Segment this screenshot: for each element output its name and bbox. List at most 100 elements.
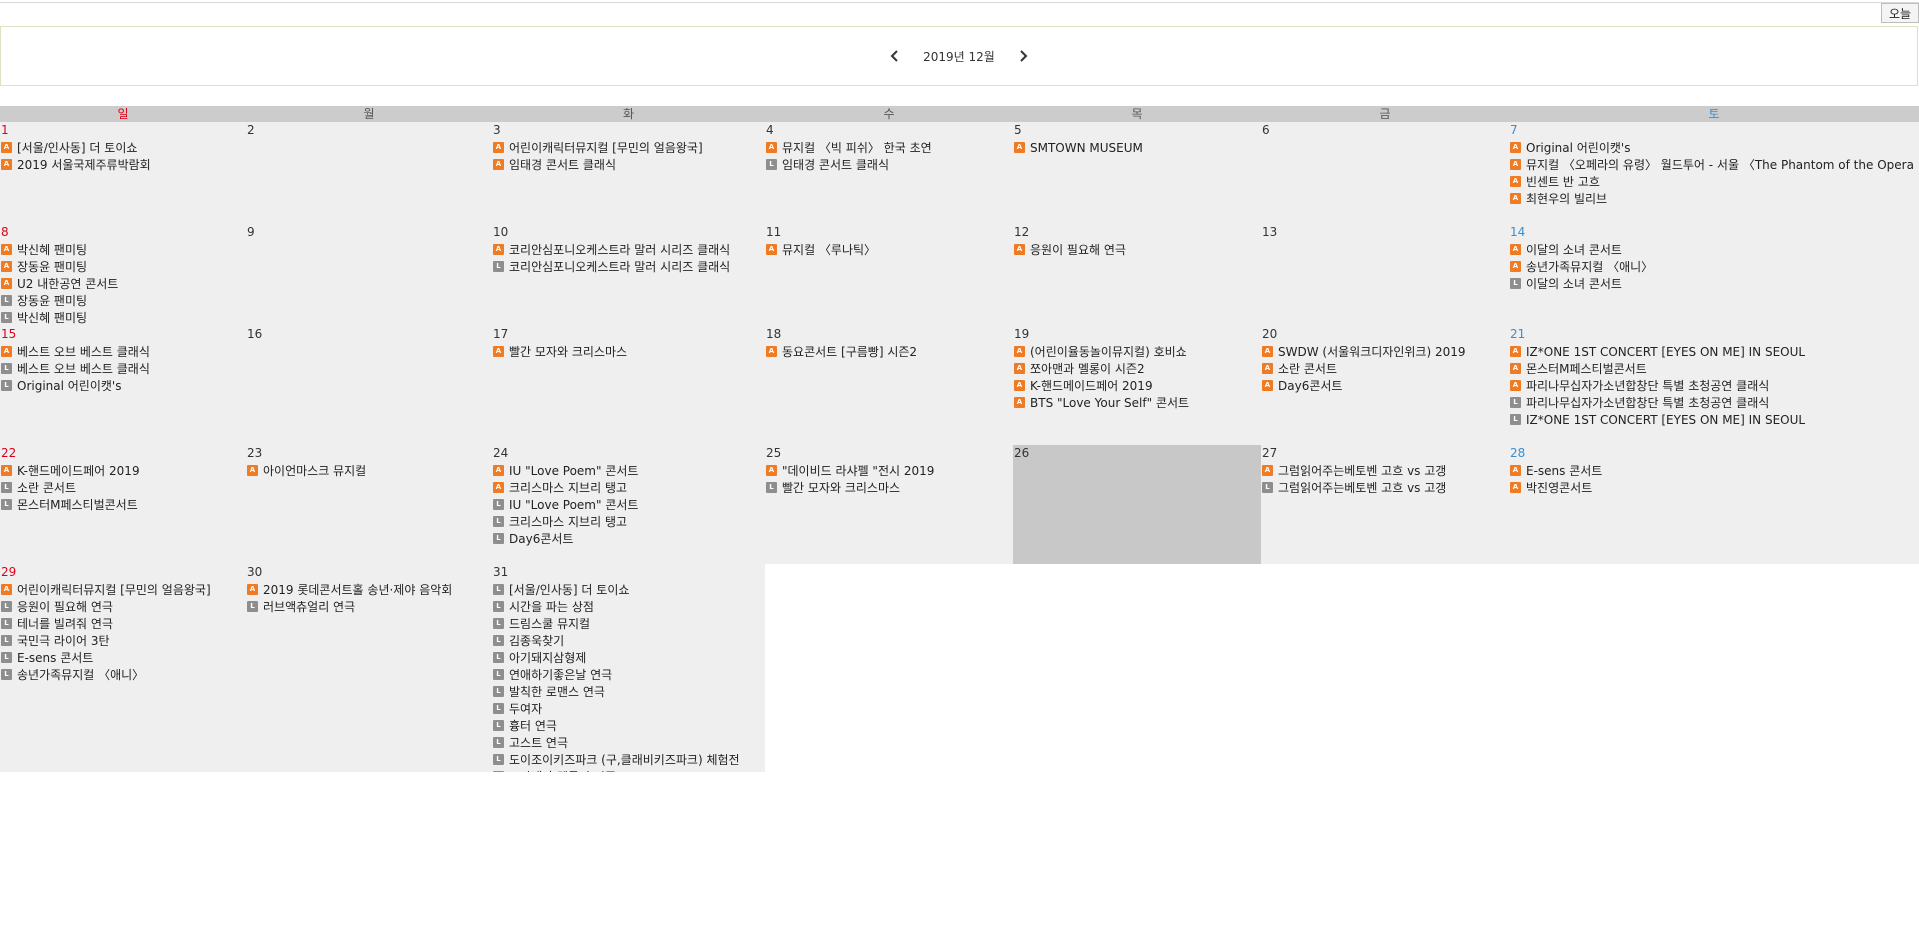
event-item[interactable]: L 두여자 bbox=[493, 700, 765, 717]
day-number[interactable]: 30 bbox=[247, 565, 492, 581]
event-item[interactable]: A 이달의 소녀 콘서트 bbox=[1510, 241, 1919, 258]
event-item[interactable]: L 박신혜 팬미팅 bbox=[1, 309, 246, 326]
day-number[interactable]: 11 bbox=[766, 225, 1013, 241]
event-item[interactable]: L 임태경 콘서트 클래식 bbox=[766, 156, 1013, 173]
event-item[interactable]: A 박진영콘서트 bbox=[1510, 479, 1919, 496]
event-item[interactable]: L IU "Love Poem" 콘서트 bbox=[493, 496, 765, 513]
event-item[interactable]: L 파리나무십자가소년합창단 특별 초청공연 클래식 bbox=[1510, 394, 1919, 411]
day-number[interactable]: 19 bbox=[1014, 327, 1261, 343]
event-item[interactable]: A IU "Love Poem" 콘서트 bbox=[493, 462, 765, 479]
event-item[interactable]: A 쪼아맨과 멜롱이 시즌2 bbox=[1014, 360, 1261, 377]
day-number[interactable]: 8 bbox=[1, 225, 246, 241]
event-item[interactable]: A Original 어린이캣's bbox=[1510, 139, 1919, 156]
event-item[interactable]: A 최현우의 빌리브 bbox=[1510, 190, 1919, 207]
event-item[interactable]: L 크리스마스 지브리 탱고 bbox=[493, 513, 765, 530]
event-item[interactable]: A 빨간 모자와 크리스마스 bbox=[493, 343, 765, 360]
chevron-right-icon[interactable] bbox=[1013, 46, 1033, 66]
event-item[interactable]: A 임태경 콘서트 클래식 bbox=[493, 156, 765, 173]
day-number[interactable]: 14 bbox=[1510, 225, 1919, 241]
day-number[interactable]: 28 bbox=[1510, 446, 1919, 462]
event-item[interactable]: A 빈센트 반 고흐 bbox=[1510, 173, 1919, 190]
event-item[interactable]: A 송년가족뮤지컬 〈애니〉 bbox=[1510, 258, 1919, 275]
day-number[interactable]: 7 bbox=[1510, 123, 1919, 139]
event-item[interactable]: A 2019 서울국제주류박람회 bbox=[1, 156, 246, 173]
event-item[interactable]: L 빨간 모자와 크리스마스 bbox=[766, 479, 1013, 496]
event-item[interactable]: L 아기돼지삼형제 bbox=[493, 649, 765, 666]
event-item[interactable]: A K-핸드메이드페어 2019 bbox=[1014, 377, 1261, 394]
day-number[interactable]: 2 bbox=[247, 123, 492, 139]
day-number[interactable]: 27 bbox=[1262, 446, 1509, 462]
chevron-left-icon[interactable] bbox=[885, 46, 905, 66]
event-item[interactable]: L 고스트 연극 bbox=[493, 734, 765, 751]
event-item[interactable]: L 이달의 소녀 콘서트 bbox=[1510, 275, 1919, 292]
event-item[interactable]: A (어린이율동놀이뮤지컬) 호비쇼 bbox=[1014, 343, 1261, 360]
event-item[interactable]: L 송년가족뮤지컬 〈애니〉 bbox=[1, 666, 246, 683]
event-item[interactable]: A 코리안심포니오케스트라 말러 시리즈 클래식 bbox=[493, 241, 765, 258]
day-number[interactable]: 12 bbox=[1014, 225, 1261, 241]
day-number[interactable]: 10 bbox=[493, 225, 765, 241]
event-item[interactable]: A 그럼읽어주는베토벤 고흐 vs 고갱 bbox=[1262, 462, 1509, 479]
day-number[interactable]: 22 bbox=[1, 446, 246, 462]
event-item[interactable]: L 테너를 빌려줘 연극 bbox=[1, 615, 246, 632]
event-item[interactable]: L E-sens 콘서트 bbox=[1, 649, 246, 666]
event-item[interactable]: L 김종욱찾기 bbox=[493, 632, 765, 649]
event-item[interactable]: A 뮤지컬 〈루나틱〉 bbox=[766, 241, 1013, 258]
event-item[interactable]: L 도이조이키즈파크 (구,클래비키즈파크) 체험전 bbox=[493, 751, 765, 768]
event-item[interactable]: L 베스트 오브 베스트 클래식 bbox=[1, 360, 246, 377]
event-item[interactable]: L 흉터 연극 bbox=[493, 717, 765, 734]
event-item[interactable]: L 연애하기좋은날 연극 bbox=[493, 666, 765, 683]
day-number[interactable]: 6 bbox=[1262, 123, 1509, 139]
day-number[interactable]: 17 bbox=[493, 327, 765, 343]
event-item[interactable]: L IZ*ONE 1ST CONCERT [EYES ON ME] IN SEOU… bbox=[1510, 411, 1919, 428]
day-number[interactable]: 26 bbox=[1014, 446, 1261, 462]
event-item[interactable]: A 2019 롯데콘서트홀 송년·제야 음악회 bbox=[247, 581, 492, 598]
event-item[interactable]: A Day6콘서트 bbox=[1262, 377, 1509, 394]
event-item[interactable]: L 응원이 필요해 연극 bbox=[1, 598, 246, 615]
event-item[interactable]: L 드림스쿨 뮤지컬 bbox=[493, 615, 765, 632]
day-number[interactable]: 23 bbox=[247, 446, 492, 462]
day-number[interactable]: 1 bbox=[1, 123, 246, 139]
event-item[interactable]: A 파리나무십자가소년합창단 특별 초청공연 클래식 bbox=[1510, 377, 1919, 394]
event-item[interactable]: A SMTOWN MUSEUM bbox=[1014, 139, 1261, 156]
event-item[interactable]: A BTS "Love Your Self" 콘서트 bbox=[1014, 394, 1261, 411]
event-item[interactable]: A "데이비드 라샤펠 "전시 2019 bbox=[766, 462, 1013, 479]
event-item[interactable]: L 발칙한 로맨스 연극 bbox=[493, 683, 765, 700]
event-item[interactable]: L 장동윤 팬미팅 bbox=[1, 292, 246, 309]
day-number[interactable]: 24 bbox=[493, 446, 765, 462]
event-item[interactable]: A E-sens 콘서트 bbox=[1510, 462, 1919, 479]
event-item[interactable]: A 아이언마스크 뮤지컬 bbox=[247, 462, 492, 479]
day-number[interactable]: 3 bbox=[493, 123, 765, 139]
event-item[interactable]: A 소란 콘서트 bbox=[1262, 360, 1509, 377]
event-item[interactable]: A [서울/인사동] 더 토이쇼 bbox=[1, 139, 246, 156]
event-item[interactable]: A K-핸드메이드페어 2019 bbox=[1, 462, 246, 479]
event-item[interactable]: L 시간을 파는 상점 bbox=[493, 598, 765, 615]
event-item[interactable]: L 코리안심포니오케스트라 말러 시리즈 클래식 bbox=[493, 258, 765, 275]
day-number[interactable]: 15 bbox=[1, 327, 246, 343]
event-item[interactable]: A IZ*ONE 1ST CONCERT [EYES ON ME] IN SEOU… bbox=[1510, 343, 1919, 360]
event-item[interactable]: A 동요콘서트 [구름빵] 시즌2 bbox=[766, 343, 1013, 360]
event-item[interactable]: A 박신혜 팬미팅 bbox=[1, 241, 246, 258]
event-item[interactable]: L 국민극 라이어 3탄 bbox=[1, 632, 246, 649]
event-item[interactable]: A 베스트 오브 베스트 클래식 bbox=[1, 343, 246, 360]
day-number[interactable]: 25 bbox=[766, 446, 1013, 462]
event-item[interactable]: L 몬스터M페스티벌콘서트 bbox=[1, 496, 246, 513]
day-number[interactable]: 31 bbox=[493, 565, 765, 581]
event-item[interactable]: A 뮤지컬 〈오페라의 유령〉 월드투어 - 서울 〈The Phantom of… bbox=[1510, 156, 1919, 173]
event-item[interactable]: L 쪼아맨과 멜롱이 시즌2 bbox=[493, 768, 765, 772]
day-number[interactable]: 13 bbox=[1262, 225, 1509, 241]
event-item[interactable]: A 어린이캐릭터뮤지컬 [무민의 얼음왕국] bbox=[1, 581, 246, 598]
event-item[interactable]: A SWDW (서울워크디자인위크) 2019 bbox=[1262, 343, 1509, 360]
day-number[interactable]: 29 bbox=[1, 565, 246, 581]
day-number[interactable]: 16 bbox=[247, 327, 492, 343]
event-item[interactable]: L 그럼읽어주는베토벤 고흐 vs 고갱 bbox=[1262, 479, 1509, 496]
day-number[interactable]: 21 bbox=[1510, 327, 1919, 343]
event-item[interactable]: A 어린이캐릭터뮤지컬 [무민의 얼음왕국] bbox=[493, 139, 765, 156]
day-number[interactable]: 9 bbox=[247, 225, 492, 241]
event-item[interactable]: L Original 어린이캣's bbox=[1, 377, 246, 394]
event-item[interactable]: A 몬스터M페스티벌콘서트 bbox=[1510, 360, 1919, 377]
today-button[interactable]: 오늘 bbox=[1881, 3, 1919, 23]
day-number[interactable]: 20 bbox=[1262, 327, 1509, 343]
day-number[interactable]: 5 bbox=[1014, 123, 1261, 139]
event-item[interactable]: L 러브액츄얼리 연극 bbox=[247, 598, 492, 615]
event-item[interactable]: L Day6콘서트 bbox=[493, 530, 765, 547]
